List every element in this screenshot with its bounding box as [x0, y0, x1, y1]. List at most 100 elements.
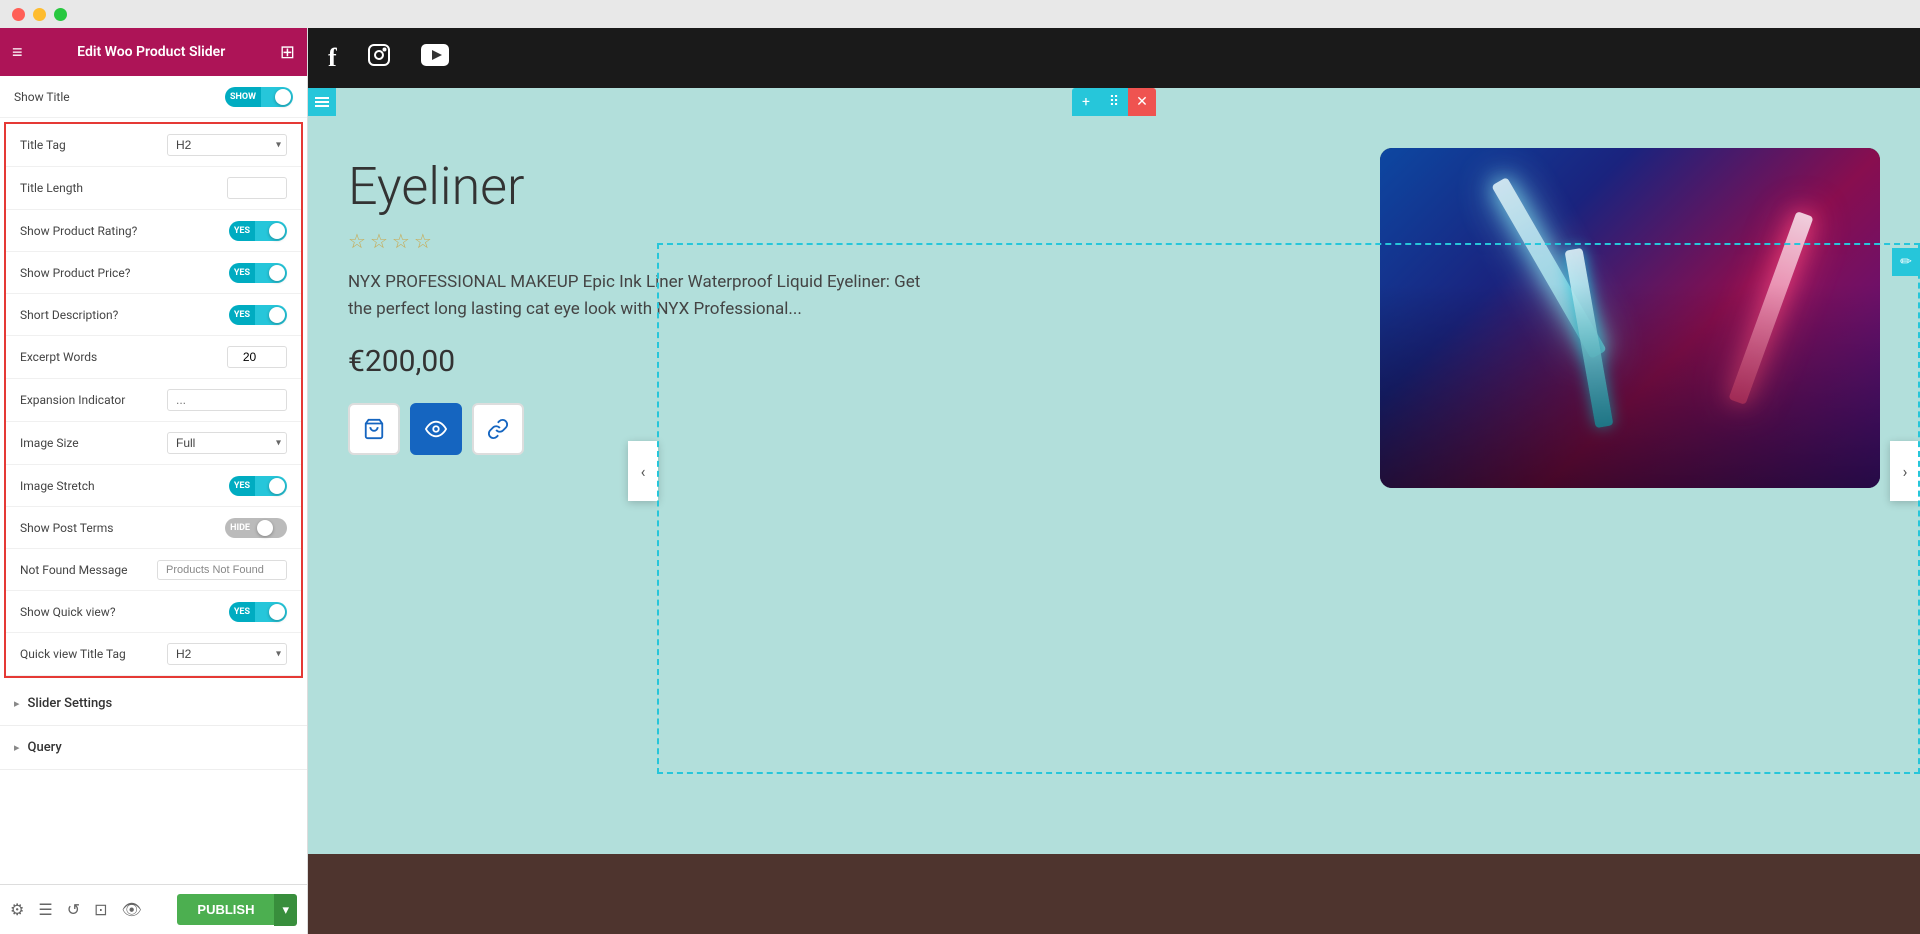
edit-overlay-btn[interactable]: ✏ [1892, 248, 1920, 276]
settings-section: Title Tag H2H1H3H4 Title Length Show Pro… [4, 122, 303, 678]
mac-maximize-button[interactable] [54, 8, 67, 21]
excerpt-words-input[interactable] [227, 346, 287, 368]
show-post-terms-label: Show Post Terms [20, 521, 114, 535]
mac-minimize-button[interactable] [33, 8, 46, 21]
show-post-terms-toggle[interactable]: HIDE [225, 518, 287, 538]
query-section[interactable]: ▸ Query [0, 726, 307, 770]
image-stretch-row: Image Stretch YES [6, 465, 301, 507]
publish-dropdown-button[interactable]: ▾ [274, 894, 297, 926]
quick-view-toggle-label: YES [229, 602, 255, 622]
image-stretch-toggle-label: YES [229, 476, 255, 496]
elementor-move-btn[interactable]: ⠿ [1100, 88, 1128, 116]
show-product-price-label: Show Product Price? [20, 266, 130, 280]
add-to-cart-button[interactable] [348, 403, 400, 455]
show-product-rating-toggle[interactable]: YES [229, 221, 287, 241]
product-link-button[interactable] [472, 403, 524, 455]
rating-toggle-switch[interactable] [255, 221, 287, 241]
facebook-icon[interactable]: f [328, 43, 337, 73]
product-price: €200,00 [348, 344, 1340, 379]
title-tag-label: Title Tag [20, 138, 66, 152]
quick-view-toggle-switch[interactable] [255, 602, 287, 622]
image-stretch-label: Image Stretch [20, 479, 95, 493]
slider-next-button[interactable]: › [1890, 441, 1920, 501]
post-terms-toggle-knob [257, 520, 273, 536]
quick-view-title-tag-select-wrapper: H2H1H3 [167, 643, 287, 665]
panel-header: ≡ Edit Woo Product Slider ⊞ [0, 28, 307, 76]
not-found-message-row: Not Found Message [6, 549, 301, 591]
short-desc-toggle-label: YES [229, 305, 255, 325]
show-title-toggle[interactable]: SHOW [225, 87, 293, 107]
short-desc-toggle-knob [269, 307, 285, 323]
layers-icon[interactable]: ☰ [38, 900, 52, 919]
block-handle[interactable] [308, 88, 336, 116]
bottom-toolbar: ⚙ ☰ ↺ ⊡ 👁 PUBLISH ▾ [0, 884, 307, 934]
show-quick-view-toggle[interactable]: YES [229, 602, 287, 622]
youtube-icon[interactable] [421, 44, 449, 72]
slider-settings-section[interactable]: ▸ Slider Settings [0, 682, 307, 726]
social-bar: f [308, 28, 1920, 88]
mac-close-button[interactable] [12, 8, 25, 21]
title-tag-select[interactable]: H2H1H3H4 [167, 134, 287, 156]
show-title-row: Show Title SHOW [0, 76, 307, 118]
title-length-input[interactable] [227, 177, 287, 199]
image-size-select[interactable]: FullLargeMediumThumbnail [167, 432, 287, 454]
query-arrow: ▸ [14, 741, 20, 754]
product-info: Eyeliner ☆ ☆ ☆ ☆ NYX PROFESSIONAL MAKEUP… [348, 118, 1340, 475]
panel-title: Edit Woo Product Slider [77, 44, 225, 60]
quick-view-title-tag-label: Quick view Title Tag [20, 647, 126, 661]
short-description-label: Short Description? [20, 308, 118, 322]
panel-content: Show Title SHOW Title Tag H2H1H3H4 [0, 76, 307, 884]
image-stretch-toggle[interactable]: YES [229, 476, 287, 496]
expansion-indicator-row: Expansion Indicator [6, 379, 301, 422]
show-product-price-row: Show Product Price? YES [6, 252, 301, 294]
not-found-message-input[interactable] [157, 560, 287, 580]
mac-titlebar [0, 0, 1920, 28]
star-4: ☆ [414, 229, 432, 253]
footer-strip [308, 854, 1920, 934]
expansion-indicator-input[interactable] [167, 389, 287, 411]
star-2: ☆ [370, 229, 388, 253]
rating-toggle-label: YES [229, 221, 255, 241]
excerpt-words-row: Excerpt Words [6, 336, 301, 379]
show-title-switch[interactable] [261, 87, 293, 107]
product-image-inner [1380, 148, 1880, 488]
product-stars: ☆ ☆ ☆ ☆ [348, 229, 1340, 253]
show-post-terms-row: Show Post Terms HIDE [6, 507, 301, 549]
panel-header-left-icons: ≡ [12, 42, 23, 63]
star-1: ☆ [348, 229, 366, 253]
price-toggle-switch[interactable] [255, 263, 287, 283]
preview-icon[interactable]: 👁 [122, 900, 142, 919]
publish-button[interactable]: PUBLISH [177, 894, 274, 925]
post-terms-toggle-label: HIDE [225, 518, 255, 538]
bottom-icons: ⚙ ☰ ↺ ⊡ 👁 [10, 900, 142, 919]
responsive-icon[interactable]: ⊡ [94, 900, 107, 919]
expansion-indicator-label: Expansion Indicator [20, 393, 125, 407]
left-panel: ≡ Edit Woo Product Slider ⊞ Show Title S… [0, 28, 308, 934]
product-title: Eyeliner [348, 158, 1340, 215]
short-description-toggle[interactable]: YES [229, 305, 287, 325]
menu-icon[interactable]: ≡ [12, 42, 23, 63]
show-title-toggle-label: SHOW [225, 87, 261, 107]
elementor-add-btn[interactable]: + [1072, 88, 1100, 116]
short-desc-toggle-switch[interactable] [255, 305, 287, 325]
instagram-icon[interactable] [367, 43, 391, 73]
settings-icon[interactable]: ⚙ [10, 900, 24, 919]
slider-settings-label: Slider Settings [28, 696, 113, 711]
history-icon[interactable]: ↺ [67, 900, 80, 919]
product-image [1380, 148, 1880, 488]
elementor-toolbar: + ⠿ ✕ [1072, 88, 1156, 116]
quick-view-title-tag-select[interactable]: H2H1H3 [167, 643, 287, 665]
show-product-price-toggle[interactable]: YES [229, 263, 287, 283]
quick-view-title-tag-row: Quick view Title Tag H2H1H3 [6, 633, 301, 676]
grid-icon[interactable]: ⊞ [280, 42, 295, 63]
short-description-row: Short Description? YES [6, 294, 301, 336]
image-stretch-toggle-knob [269, 478, 285, 494]
product-description: NYX PROFESSIONAL MAKEUP Epic Ink Liner W… [348, 269, 928, 323]
slider-prev-button[interactable]: ‹ [628, 441, 658, 501]
post-terms-toggle-switch[interactable] [255, 518, 287, 538]
elementor-close-btn[interactable]: ✕ [1128, 88, 1156, 116]
image-stretch-toggle-switch[interactable] [255, 476, 287, 496]
show-quick-view-row: Show Quick view? YES [6, 591, 301, 633]
quick-view-button[interactable] [410, 403, 462, 455]
publish-btn-group: PUBLISH ▾ [177, 894, 297, 926]
